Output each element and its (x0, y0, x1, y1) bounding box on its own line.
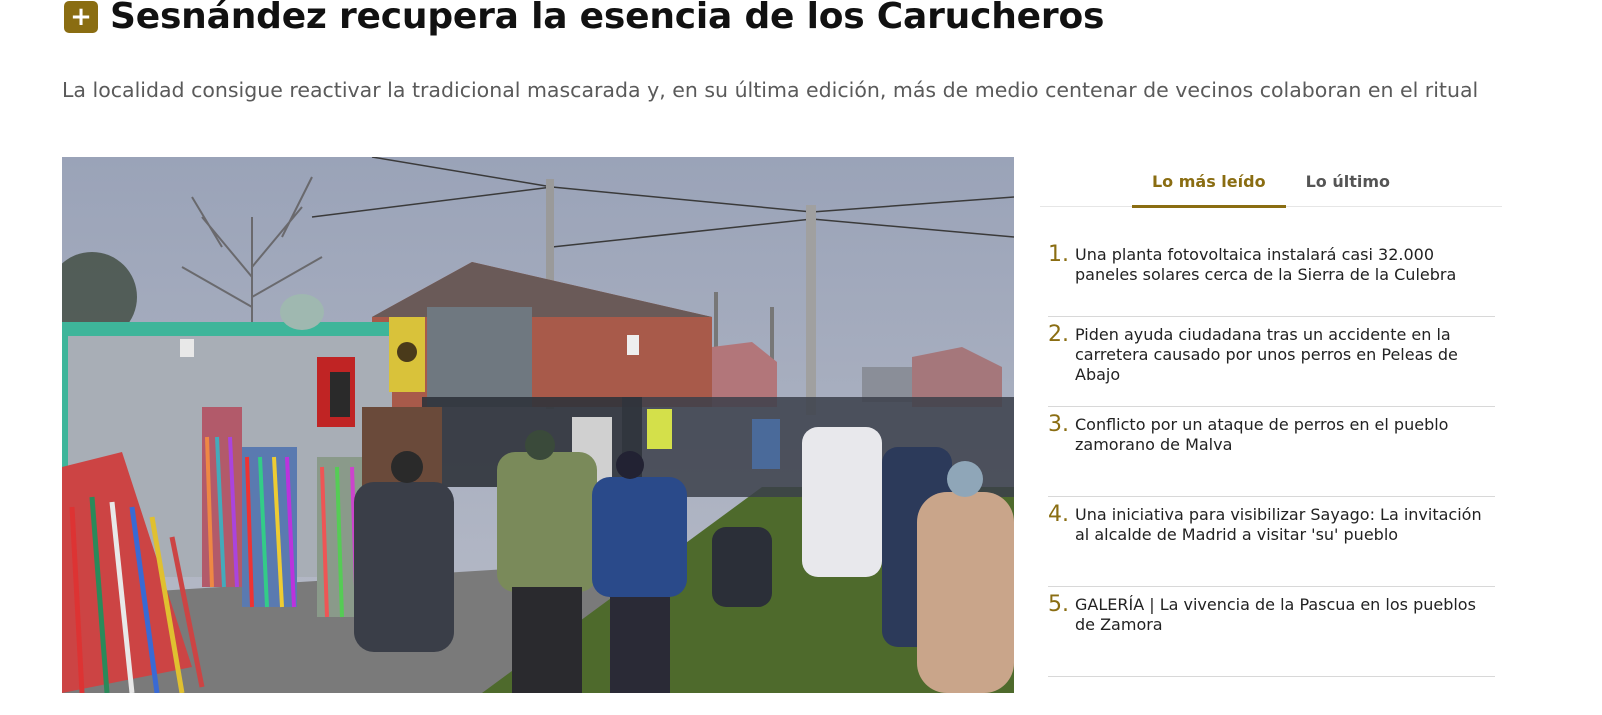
article-main-photo[interactable] (62, 157, 1014, 693)
list-item[interactable]: 2. Piden ayuda ciudadana tras un acciden… (1048, 317, 1495, 407)
list-item[interactable]: 4. Una iniciativa para visibilizar Sayag… (1048, 497, 1495, 587)
item-link[interactable]: GALERÍA | La vivencia de la Pascua en lo… (1075, 595, 1487, 635)
item-number: 1. (1048, 242, 1069, 267)
tab-lo-ultimo[interactable]: Lo último (1286, 164, 1410, 207)
item-link[interactable]: Una planta fotovoltaica instalará casi 3… (1075, 245, 1487, 285)
ranking-tabs: Lo más leído Lo último (1040, 164, 1502, 208)
list-item[interactable]: 1. Una planta fotovoltaica instalará cas… (1048, 237, 1495, 317)
sidebar-ranking: Lo más leído Lo último 1. Una planta fot… (1040, 164, 1502, 677)
list-item[interactable]: 3. Conflicto por un ataque de perros en … (1048, 407, 1495, 497)
article-page: + Sesnández recupera la esencia de los C… (0, 0, 1602, 715)
article-header: + Sesnández recupera la esencia de los C… (64, 0, 1104, 37)
premium-plus-icon: + (64, 0, 98, 33)
item-number: 4. (1048, 502, 1069, 527)
carucheros-photo-illustration (62, 157, 1014, 693)
item-link[interactable]: Piden ayuda ciudadana tras un accidente … (1075, 325, 1487, 385)
item-number: 3. (1048, 412, 1069, 437)
item-link[interactable]: Una iniciativa para visibilizar Sayago: … (1075, 505, 1487, 545)
item-link[interactable]: Conflicto por un ataque de perros en el … (1075, 415, 1487, 455)
item-number: 5. (1048, 592, 1069, 617)
article-title: Sesnández recupera la esencia de los Car… (110, 0, 1105, 37)
item-number: 2. (1048, 322, 1069, 347)
most-read-list: 1. Una planta fotovoltaica instalará cas… (1040, 237, 1495, 677)
tab-lo-mas-leido[interactable]: Lo más leído (1131, 164, 1286, 208)
list-item[interactable]: 5. GALERÍA | La vivencia de la Pascua en… (1048, 587, 1495, 677)
article-subtitle: La localidad consigue reactivar la tradi… (62, 78, 1479, 102)
